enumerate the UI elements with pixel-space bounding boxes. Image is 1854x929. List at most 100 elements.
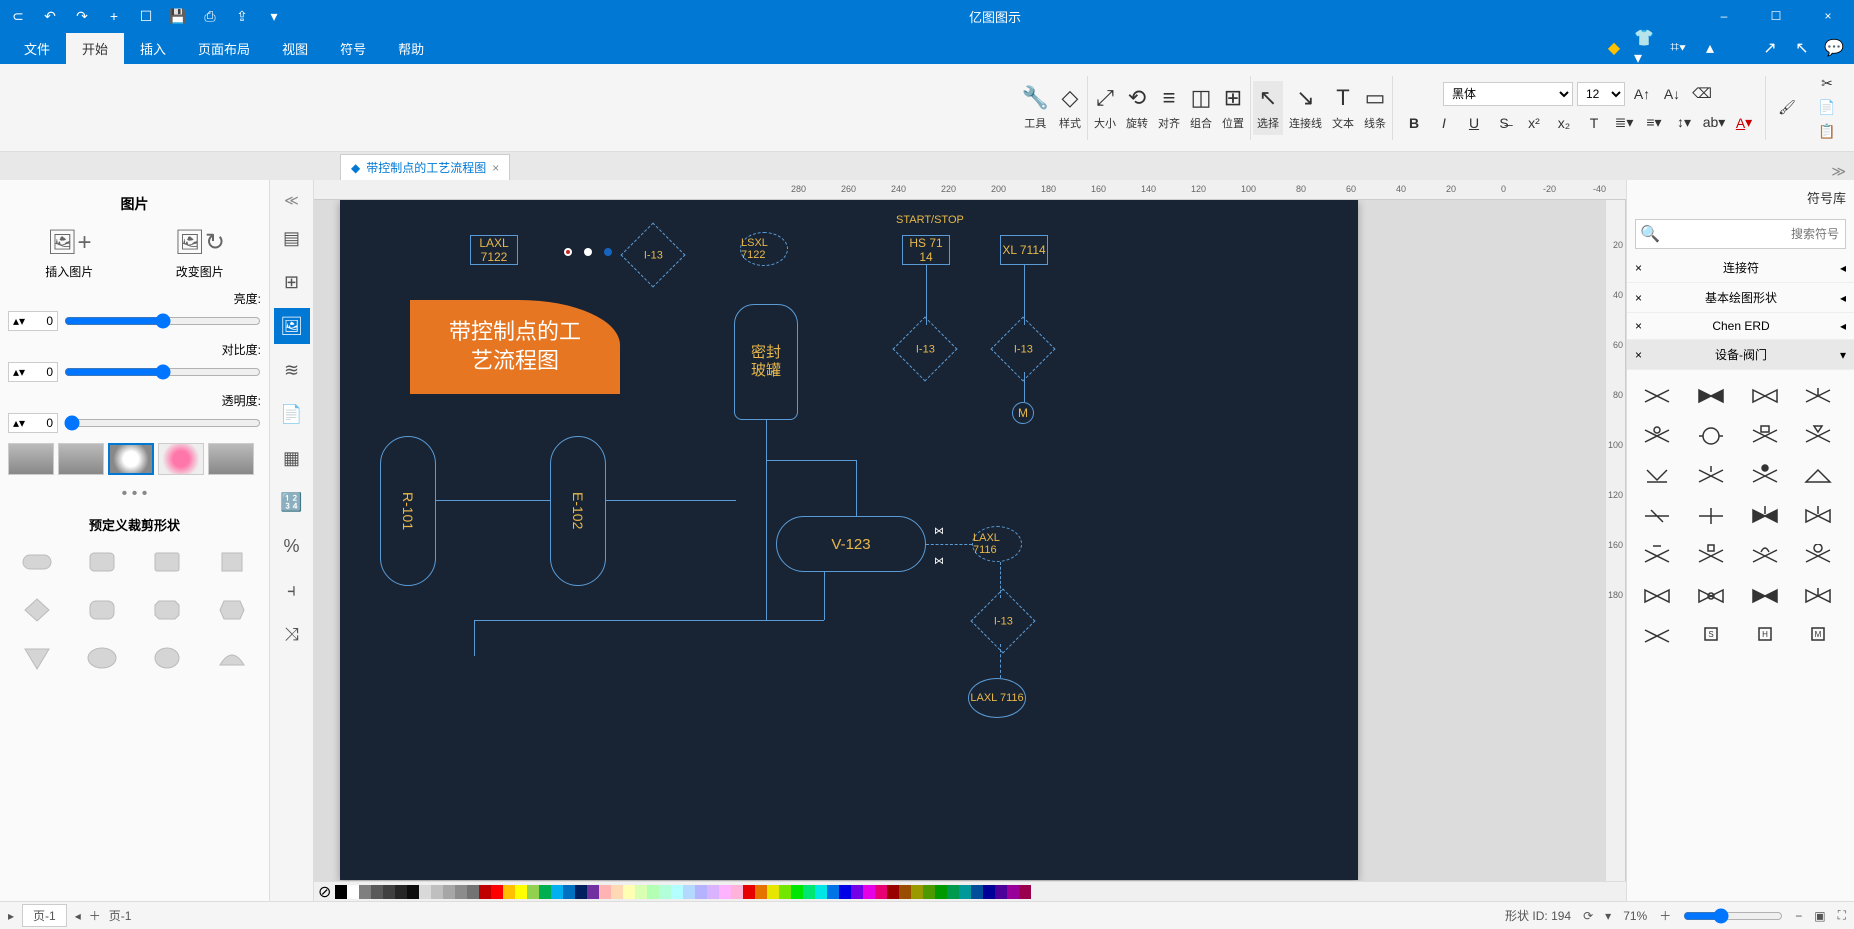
- zoom-in-icon[interactable]: ＋: [1659, 907, 1671, 924]
- qa-redo-icon[interactable]: ↷: [68, 2, 96, 30]
- crop-shape[interactable]: [73, 590, 130, 630]
- panel-align-icon[interactable]: ⫞: [274, 572, 310, 608]
- crop-shape[interactable]: [8, 638, 65, 678]
- color-swatch[interactable]: [443, 885, 455, 899]
- node-sealed-tank[interactable]: 密封 玻罐: [734, 304, 798, 420]
- diagram-title[interactable]: 带控制点的工 艺流程图: [410, 300, 620, 394]
- cat-basic[interactable]: ×基本绘图形状◂: [1627, 283, 1854, 313]
- color-swatch[interactable]: [563, 885, 575, 899]
- menu-view[interactable]: 视图: [266, 33, 324, 64]
- node-v123[interactable]: V-123: [776, 516, 926, 572]
- zoom-out-icon[interactable]: −: [1795, 909, 1802, 923]
- color-swatch[interactable]: [815, 885, 827, 899]
- valve-symbol[interactable]: [1796, 458, 1840, 494]
- color-swatch[interactable]: [743, 885, 755, 899]
- cat-chen[interactable]: ×Chen ERD◂: [1627, 313, 1854, 340]
- canvas[interactable]: 带控制点的工 艺流程图 LAXL 7122 I-13 LSXL 7122 HS …: [314, 200, 1606, 881]
- menu-layout[interactable]: 页面布局: [182, 33, 266, 64]
- color-swatch[interactable]: [707, 885, 719, 899]
- up-icon[interactable]: ▴: [1698, 36, 1722, 60]
- valve-symbol[interactable]: [1796, 378, 1840, 414]
- color-swatch[interactable]: [983, 885, 995, 899]
- page[interactable]: 带控制点的工 艺流程图 LAXL 7122 I-13 LSXL 7122 HS …: [340, 200, 1358, 880]
- brightness-slider[interactable]: [64, 313, 261, 329]
- color-swatch[interactable]: [755, 885, 767, 899]
- qa-undo-icon[interactable]: ↶: [36, 2, 64, 30]
- color-swatch[interactable]: [671, 885, 683, 899]
- underline-icon[interactable]: U: [1461, 112, 1487, 134]
- font-name-select[interactable]: 黑体: [1443, 82, 1573, 106]
- document-tab[interactable]: ◆ 带控制点的工艺流程图 ×: [340, 154, 510, 180]
- cut-icon[interactable]: ✂: [1814, 73, 1840, 95]
- menu-file[interactable]: 文件: [8, 33, 66, 64]
- size-button[interactable]: ⤢大小: [1090, 81, 1120, 135]
- bullet-blue[interactable]: [604, 248, 612, 256]
- color-swatch[interactable]: [863, 885, 875, 899]
- case-icon[interactable]: T: [1581, 112, 1607, 134]
- qa-more-icon[interactable]: ▾: [260, 2, 288, 30]
- color-swatch[interactable]: [923, 885, 935, 899]
- valve-symbol[interactable]: [1689, 498, 1733, 534]
- crop-shape[interactable]: [204, 542, 261, 582]
- close-button[interactable]: ×: [1806, 0, 1850, 32]
- comment-icon[interactable]: 💬: [1822, 36, 1846, 60]
- panel-pct-icon[interactable]: %: [274, 528, 310, 564]
- fit-page-icon[interactable]: ▣: [1814, 909, 1825, 923]
- color-swatch[interactable]: [419, 885, 431, 899]
- subscript-icon[interactable]: x₂: [1551, 112, 1577, 134]
- app-logo[interactable]: ⊂: [4, 2, 32, 30]
- italic-icon[interactable]: I: [1431, 112, 1457, 134]
- color-swatch[interactable]: [635, 885, 647, 899]
- color-swatch[interactable]: [359, 885, 371, 899]
- line-button[interactable]: ▭线条: [1360, 81, 1390, 135]
- color-swatch[interactable]: [935, 885, 947, 899]
- panel-layers-icon[interactable]: ▤: [274, 220, 310, 256]
- node-r101[interactable]: R-101: [380, 436, 436, 586]
- crop-shape[interactable]: [73, 542, 130, 582]
- color-swatch[interactable]: [611, 885, 623, 899]
- zoom-slider[interactable]: [1683, 908, 1783, 924]
- style-button[interactable]: ◇样式: [1055, 81, 1085, 135]
- color-swatch[interactable]: [827, 885, 839, 899]
- color-swatch[interactable]: [947, 885, 959, 899]
- panel-calc-icon[interactable]: 🔢: [274, 484, 310, 520]
- tool-button[interactable]: 🔧工具: [1018, 81, 1053, 135]
- cat-connectors[interactable]: ×连接符◂: [1627, 253, 1854, 283]
- contrast-slider[interactable]: [64, 364, 261, 380]
- color-swatch[interactable]: [995, 885, 1007, 899]
- node-laxl-7122[interactable]: LAXL 7122: [470, 235, 518, 265]
- change-image-button[interactable]: 🖼↻改变图片: [139, 228, 262, 280]
- crop-shape[interactable]: [204, 638, 261, 678]
- color-swatch[interactable]: [335, 885, 347, 899]
- collapse-icon[interactable]: ≪: [274, 188, 310, 212]
- color-swatch[interactable]: [1007, 885, 1019, 899]
- align-button[interactable]: ≡对齐: [1154, 81, 1184, 135]
- font-shrink-icon[interactable]: A↓: [1659, 83, 1685, 105]
- node-motor[interactable]: M: [1012, 402, 1034, 424]
- reset-zoom-icon[interactable]: ⟳: [1583, 909, 1593, 923]
- position-button[interactable]: ⊞位置: [1218, 81, 1248, 135]
- color-swatch[interactable]: [899, 885, 911, 899]
- valve-symbol[interactable]: [1689, 538, 1733, 574]
- panel-data-icon[interactable]: ▦: [274, 440, 310, 476]
- rotate-button[interactable]: ⟲旋转: [1122, 81, 1152, 135]
- paste-icon[interactable]: 📋: [1814, 121, 1840, 143]
- shirt-icon[interactable]: 👕▾: [1634, 36, 1658, 60]
- node-lsxl-7122[interactable]: LSXL 7122: [740, 232, 788, 266]
- preset-thumb[interactable]: [208, 443, 254, 475]
- node-laxl-7116-a[interactable]: LAXL 7116: [972, 526, 1022, 562]
- panel-image-icon[interactable]: 🖼: [274, 308, 310, 344]
- node-hs-7114[interactable]: HS 71 14: [902, 235, 950, 265]
- color-swatch[interactable]: [491, 885, 503, 899]
- valve-symbol[interactable]: [1635, 618, 1679, 654]
- valve-symbol[interactable]: [1796, 578, 1840, 614]
- color-swatch[interactable]: [887, 885, 899, 899]
- qa-export-icon[interactable]: ⇪: [228, 2, 256, 30]
- valve-symbol[interactable]: [1743, 378, 1787, 414]
- panel-apps-icon[interactable]: ⊞: [274, 264, 310, 300]
- share-icon[interactable]: ↗: [1758, 36, 1782, 60]
- crop-shape[interactable]: [8, 590, 65, 630]
- symbol-search[interactable]: 🔍: [1635, 219, 1846, 249]
- menu-start[interactable]: 开始: [66, 33, 124, 64]
- connector-button[interactable]: ↘连接线: [1285, 81, 1326, 135]
